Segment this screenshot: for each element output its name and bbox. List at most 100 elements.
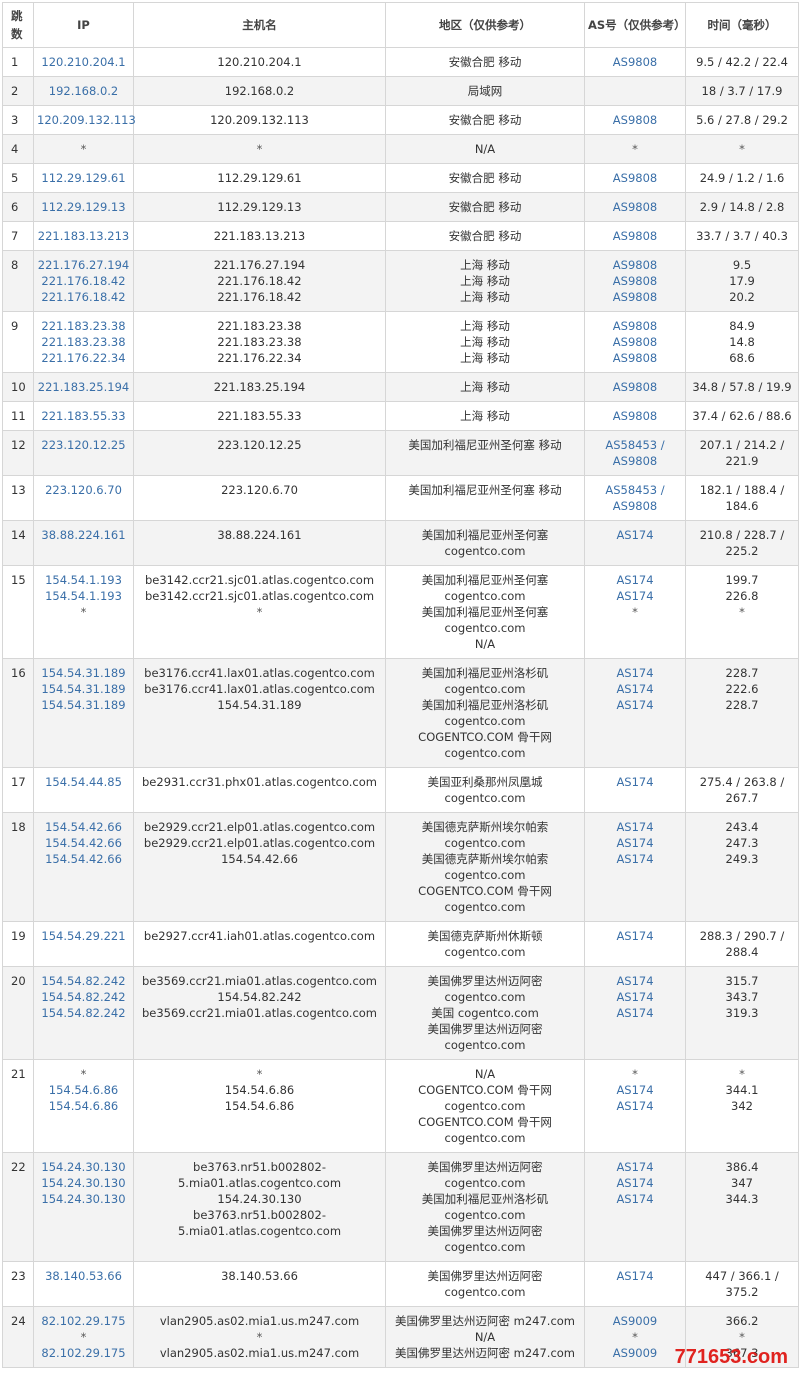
- time-line: 344.3: [725, 1192, 759, 1206]
- ip-line[interactable]: 154.54.31.189: [37, 697, 130, 713]
- asn-line[interactable]: AS58453 /: [588, 437, 682, 453]
- hostname-line: be3142.ccr21.sjc01.atlas.cogentco.com: [144, 589, 375, 603]
- ip-line[interactable]: 221.183.23.38: [37, 334, 130, 350]
- asn-cell: *: [584, 134, 686, 164]
- asn-line[interactable]: AS174: [588, 1098, 682, 1114]
- asn-line[interactable]: AS174: [588, 1159, 682, 1175]
- asn-line[interactable]: AS9808: [588, 257, 682, 273]
- asn-line[interactable]: AS174: [588, 1268, 682, 1284]
- ip-line[interactable]: 221.183.13.213: [37, 228, 130, 244]
- hop-number: 10: [2, 372, 34, 402]
- asn-line[interactable]: AS9808: [588, 498, 682, 514]
- hop-number: 6: [2, 192, 34, 222]
- asn-line[interactable]: AS9808: [588, 350, 682, 366]
- ip-line[interactable]: 221.176.27.194: [37, 257, 130, 273]
- asn-line[interactable]: AS9808: [588, 273, 682, 289]
- time-cell: 199.7 226.8 *: [685, 565, 799, 659]
- ip-line[interactable]: 112.29.129.13: [37, 199, 130, 215]
- asn-line[interactable]: AS9808: [588, 199, 682, 215]
- ip-line[interactable]: 154.24.30.130: [37, 1159, 130, 1175]
- asn-line[interactable]: AS9808: [588, 112, 682, 128]
- region-line: 美国佛罗里达州迈阿密: [427, 1022, 543, 1036]
- ip-line[interactable]: 154.54.29.221: [37, 928, 130, 944]
- region-line: 上海 移动: [460, 258, 510, 272]
- ip-line: *: [80, 605, 87, 619]
- ip-line[interactable]: 154.54.6.86: [37, 1082, 130, 1098]
- ip-line[interactable]: 120.210.204.1: [37, 54, 130, 70]
- ip-line[interactable]: 221.176.18.42: [37, 289, 130, 305]
- ip-line[interactable]: 154.54.44.85: [37, 774, 130, 790]
- asn-line[interactable]: AS9808: [588, 228, 682, 244]
- hop-number: 15: [2, 565, 34, 659]
- asn-line[interactable]: AS9808: [588, 318, 682, 334]
- asn-line[interactable]: AS174: [588, 1005, 682, 1021]
- asn-line[interactable]: AS9009: [588, 1345, 682, 1361]
- ip-line[interactable]: 223.120.12.25: [37, 437, 130, 453]
- ip-line[interactable]: 221.183.55.33: [37, 408, 130, 424]
- table-row: 8 221.176.27.194 221.176.18.42 221.176.18.4…: [2, 250, 799, 312]
- time-cell: 447 / 366.1 / 375.2: [685, 1261, 799, 1307]
- asn-line[interactable]: AS174: [588, 835, 682, 851]
- asn-line[interactable]: AS9808: [588, 170, 682, 186]
- asn-line[interactable]: AS9808: [588, 334, 682, 350]
- asn-line[interactable]: AS174: [588, 989, 682, 1005]
- ip-line[interactable]: 82.102.29.175: [37, 1313, 130, 1329]
- asn-line[interactable]: AS9009: [588, 1313, 682, 1329]
- ip-line[interactable]: 221.183.25.194: [37, 379, 130, 395]
- asn-line[interactable]: AS174: [588, 572, 682, 588]
- ip-line[interactable]: 154.54.42.66: [37, 851, 130, 867]
- ip-line[interactable]: 154.54.31.189: [37, 681, 130, 697]
- asn-line[interactable]: AS58453 /: [588, 482, 682, 498]
- ip-line[interactable]: 154.54.1.193: [37, 572, 130, 588]
- ip-line[interactable]: 38.140.53.66: [37, 1268, 130, 1284]
- hostname-line: 154.54.42.66: [221, 852, 298, 866]
- ip-line[interactable]: 38.88.224.161: [37, 527, 130, 543]
- asn-line[interactable]: AS174: [588, 527, 682, 543]
- hostname-line: *: [256, 1067, 263, 1081]
- asn-line[interactable]: AS174: [588, 851, 682, 867]
- asn-line[interactable]: AS174: [588, 774, 682, 790]
- asn-line[interactable]: AS9808: [588, 289, 682, 305]
- ip-line[interactable]: 120.209.132.113: [37, 112, 136, 128]
- asn-line[interactable]: AS174: [588, 588, 682, 604]
- ip-line[interactable]: 154.54.82.242: [37, 989, 130, 1005]
- hop-number: 18: [2, 812, 34, 922]
- asn-line[interactable]: AS9808: [588, 408, 682, 424]
- ip-line[interactable]: 223.120.6.70: [37, 482, 130, 498]
- ip-line[interactable]: 221.176.18.42: [37, 273, 130, 289]
- ip-line[interactable]: 154.54.1.193: [37, 588, 130, 604]
- asn-line[interactable]: AS174: [588, 1191, 682, 1207]
- region-line: 安徽合肥 移动: [448, 55, 522, 69]
- hop-number: 2: [2, 76, 34, 106]
- asn-line[interactable]: AS9808: [588, 54, 682, 70]
- ip-line[interactable]: 154.54.31.189: [37, 665, 130, 681]
- ip-line[interactable]: 112.29.129.61: [37, 170, 130, 186]
- ip-line[interactable]: 192.168.0.2: [37, 83, 130, 99]
- ip-line[interactable]: 154.54.82.242: [37, 1005, 130, 1021]
- time-line: 288.4: [725, 945, 759, 959]
- ip-line[interactable]: 154.24.30.130: [37, 1175, 130, 1191]
- asn-line[interactable]: AS9808: [588, 379, 682, 395]
- asn-line[interactable]: AS174: [588, 665, 682, 681]
- ip-line[interactable]: 221.183.23.38: [37, 318, 130, 334]
- ip-line[interactable]: 221.176.22.34: [37, 350, 130, 366]
- ip-line[interactable]: 154.54.42.66: [37, 835, 130, 851]
- region-cell: 美国加利福尼亚州圣何塞 cogentco.com: [385, 520, 585, 566]
- hop-number: 23: [2, 1261, 34, 1307]
- asn-line[interactable]: AS9808: [588, 453, 682, 469]
- asn-line[interactable]: AS174: [588, 928, 682, 944]
- ip-line[interactable]: 154.54.82.242: [37, 973, 130, 989]
- asn-line[interactable]: AS174: [588, 697, 682, 713]
- asn-line[interactable]: AS174: [588, 819, 682, 835]
- ip-line[interactable]: 154.54.6.86: [37, 1098, 130, 1114]
- ip-line[interactable]: 154.24.30.130: [37, 1191, 130, 1207]
- ip-line[interactable]: 82.102.29.175: [37, 1345, 130, 1361]
- asn-line[interactable]: AS174: [588, 1082, 682, 1098]
- asn-line[interactable]: AS174: [588, 1175, 682, 1191]
- ip-line[interactable]: 154.54.42.66: [37, 819, 130, 835]
- asn-line: *: [632, 605, 638, 619]
- table-row: 4 * * N/A * *: [2, 134, 799, 164]
- asn-line[interactable]: AS174: [588, 973, 682, 989]
- hop-number: 3: [2, 105, 34, 135]
- asn-line[interactable]: AS174: [588, 681, 682, 697]
